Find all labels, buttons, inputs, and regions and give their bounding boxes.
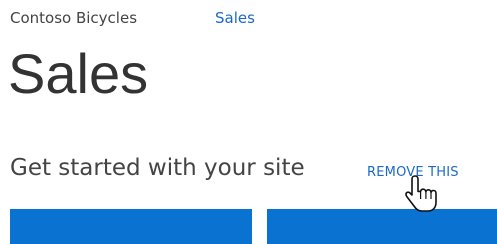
hand-pointer-icon — [405, 175, 437, 212]
get-started-tile-1[interactable] — [10, 209, 252, 244]
get-started-tile-2[interactable] — [267, 209, 497, 244]
page-title: Sales — [8, 42, 149, 105]
remove-this-link[interactable]: REMOVE THIS — [367, 165, 459, 180]
get-started-heading: Get started with your site — [10, 155, 305, 181]
page: Contoso Bicycles Sales Sales Get started… — [0, 0, 497, 244]
breadcrumb-sales-link[interactable]: Sales — [215, 9, 255, 27]
breadcrumb-site-name[interactable]: Contoso Bicycles — [10, 9, 137, 27]
